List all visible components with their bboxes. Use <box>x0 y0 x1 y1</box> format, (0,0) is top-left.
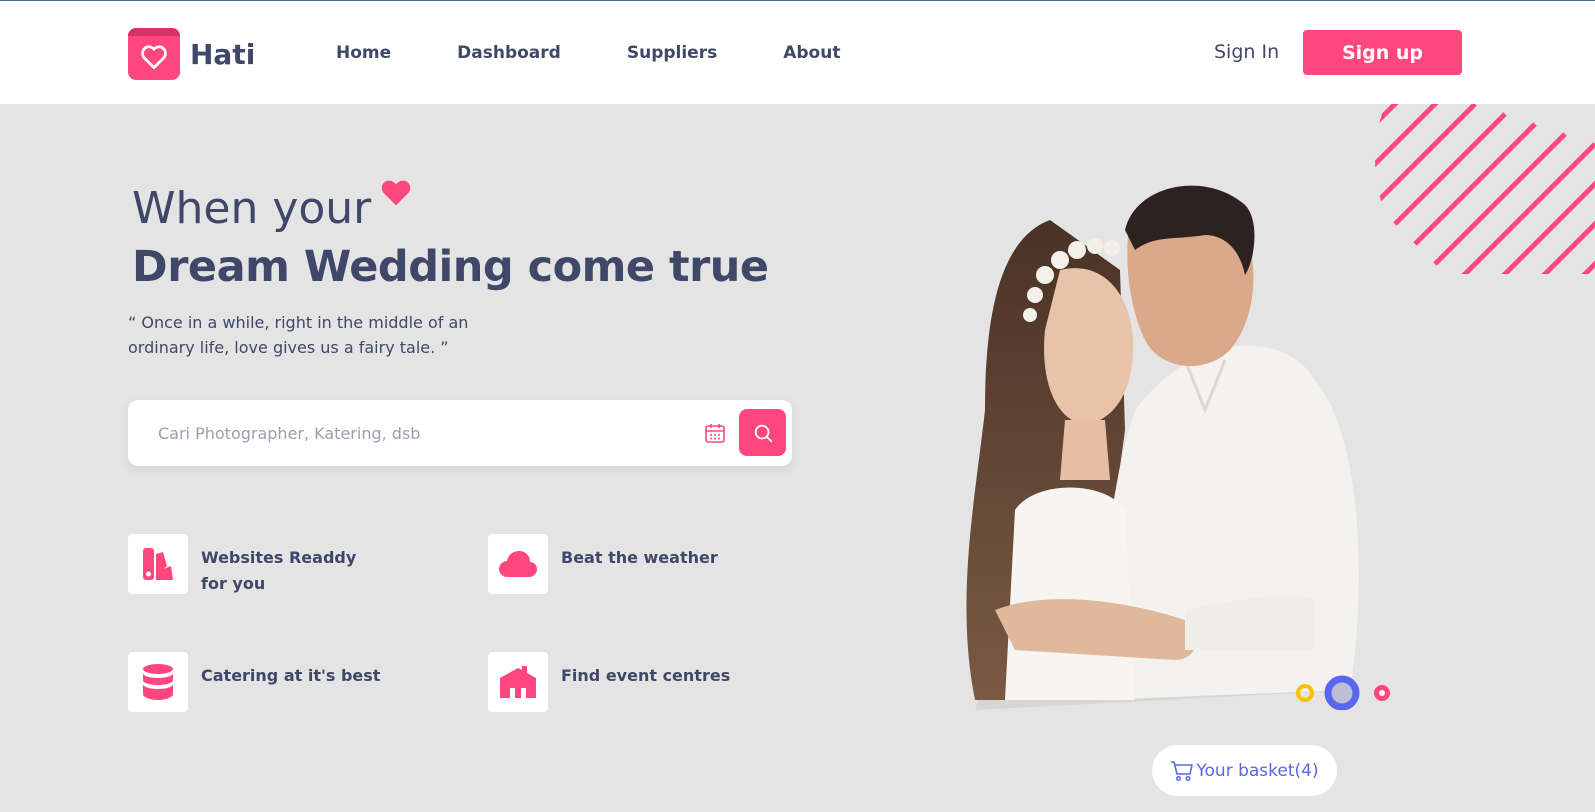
brand-name: Hati <box>190 37 256 71</box>
hero-title: Dream Wedding come true <box>132 242 769 292</box>
calendar-icon[interactable] <box>703 421 727 445</box>
palette-icon <box>128 534 188 594</box>
main-nav: Home Dashboard Suppliers About <box>336 43 906 63</box>
feature-venues: Find event centres <box>488 652 741 712</box>
feature-weather: Beat the weather <box>488 534 741 594</box>
feature-label: Catering at it's best <box>201 666 381 685</box>
basket-label: Your basket(4) <box>1196 760 1319 781</box>
heart-icon <box>381 180 411 206</box>
cloud-icon <box>488 534 548 594</box>
search-bar <box>128 400 792 466</box>
search-button[interactable] <box>739 409 786 456</box>
basket-button[interactable]: Your basket(4) <box>1152 745 1337 796</box>
signin-link[interactable]: Sign In <box>1214 41 1279 63</box>
venue-icon <box>488 652 548 712</box>
feature-label: Find event centres <box>561 666 731 685</box>
search-icon <box>754 424 772 442</box>
feature-catering: Catering at it's best <box>128 652 381 712</box>
couple-photo <box>966 185 1359 710</box>
nav-suppliers[interactable]: Suppliers <box>627 43 717 63</box>
brand-logo[interactable]: Hati <box>128 28 255 80</box>
cart-icon <box>1171 760 1194 781</box>
feature-label: Websites Readdy for you <box>201 548 357 593</box>
decorative-stripes <box>1375 104 1595 274</box>
heart-icon <box>128 28 180 80</box>
signup-button[interactable]: Sign up <box>1303 30 1462 75</box>
feature-websites: Websites Readdy for you <box>128 534 381 597</box>
nav-about[interactable]: About <box>783 43 840 63</box>
hero-quote: “ Once in a while, right in the middle o… <box>128 313 469 357</box>
nav-home[interactable]: Home <box>336 43 391 63</box>
nav-dashboard[interactable]: Dashboard <box>457 43 561 63</box>
search-input[interactable] <box>158 418 678 448</box>
feature-label: Beat the weather <box>561 548 718 567</box>
hero-line-1: When your <box>132 183 372 234</box>
site-header: Hati Home Dashboard Suppliers About Sign… <box>0 1 1595 104</box>
database-icon <box>128 652 188 712</box>
carousel-dots[interactable] <box>1295 674 1405 710</box>
